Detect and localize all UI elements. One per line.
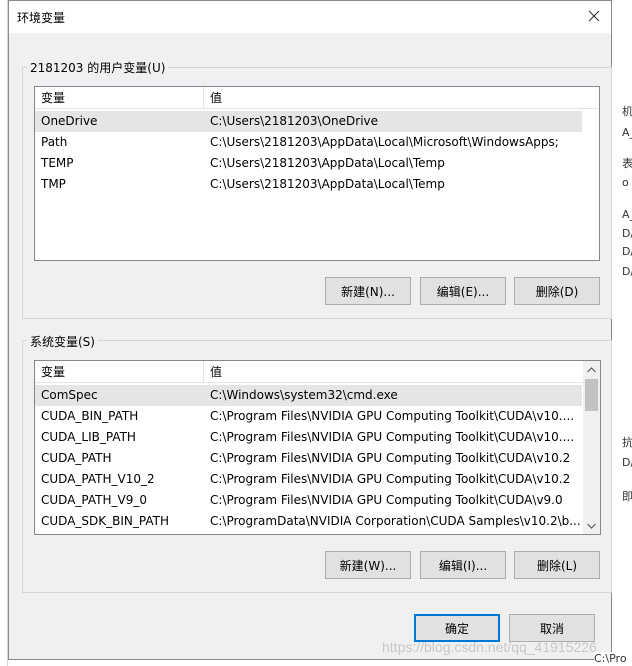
bg-snippet: A_ xyxy=(622,208,632,221)
close-button[interactable] xyxy=(577,1,611,31)
variable-name: TEMP xyxy=(41,156,74,170)
bg-snippet: 机 xyxy=(622,105,632,118)
bg-snippet: 抗 xyxy=(622,436,632,449)
bg-snippet: D/ xyxy=(622,456,632,469)
system-variables-list[interactable]: 变量 值 ComSpec C:\Windows\system32\cmd.exe… xyxy=(34,360,601,535)
variable-name: CUDA_SDK_BIN_PATH xyxy=(41,514,169,528)
scroll-down-arrow[interactable] xyxy=(583,517,600,534)
list-item[interactable]: CUDA_SDK_BIN_PATH C:\ProgramData\NVIDIA … xyxy=(35,511,582,532)
bg-snippet: D/ xyxy=(622,227,632,240)
system-new-button[interactable]: 新建(W)... xyxy=(325,551,411,579)
list-item[interactable]: CUDA_PATH_V9_0 C:\Program Files\NVIDIA G… xyxy=(35,490,582,511)
bg-bottom-text: C:\Pro xyxy=(594,652,627,665)
user-variables-label: 2181203 的用户变量(U) xyxy=(27,59,169,76)
variable-value: C:\Users\2181203\AppData\Local\Temp xyxy=(210,156,445,170)
variable-name: CUDA_BIN_PATH xyxy=(41,409,139,423)
variable-value: C:\ProgramData\NVIDIA Corporation\CUDA S… xyxy=(210,514,581,528)
variable-name: TMP xyxy=(41,177,66,191)
bg-snippet: D/ xyxy=(622,265,632,278)
column-header-value[interactable]: 值 xyxy=(204,87,222,109)
scroll-up-arrow[interactable] xyxy=(583,361,600,378)
bg-snippet: 即 xyxy=(622,490,632,503)
environment-variables-dialog: 环境变量 2181203 的用户变量(U) 变量 值 OneDrive C:\U… xyxy=(8,0,612,660)
system-edit-button[interactable]: 编辑(I)... xyxy=(420,551,506,579)
list-item[interactable]: CUDA_LIB_PATH C:\Program Files\NVIDIA GP… xyxy=(35,427,582,448)
column-header-variable[interactable]: 变量 xyxy=(35,87,204,109)
user-variables-header: 变量 值 xyxy=(35,87,599,109)
list-item[interactable]: OneDrive C:\Users\2181203\OneDrive xyxy=(35,111,582,132)
chevron-up-icon xyxy=(587,366,596,372)
list-item[interactable]: CUDA_PATH C:\Program Files\NVIDIA GPU Co… xyxy=(35,448,582,469)
user-edit-button[interactable]: 编辑(E)... xyxy=(420,277,506,305)
list-item[interactable]: Path C:\Users\2181203\AppData\Local\Micr… xyxy=(35,132,582,153)
variable-name: Path xyxy=(41,135,68,149)
variable-name: OneDrive xyxy=(41,114,98,128)
list-item[interactable]: TMP C:\Users\2181203\AppData\Local\Temp xyxy=(35,174,582,195)
variable-value: C:\Windows\system32\cmd.exe xyxy=(210,388,398,402)
system-variables-header: 变量 值 xyxy=(35,361,584,383)
variable-name: ComSpec xyxy=(41,388,98,402)
background-window-right: 机 A_ 表 o A_ D/ D/ D/ 抗 D/ 即 xyxy=(612,0,632,666)
variable-value: C:\Program Files\NVIDIA GPU Computing To… xyxy=(210,430,575,444)
dialog-title: 环境变量 xyxy=(17,11,66,25)
watermark: https://blog.csdn.net/qq_41915226 xyxy=(382,639,597,655)
user-new-button[interactable]: 新建(N)... xyxy=(325,277,411,305)
variable-value: C:\Program Files\NVIDIA GPU Computing To… xyxy=(210,409,575,423)
variable-value: C:\Program Files\NVIDIA GPU Computing To… xyxy=(210,451,571,465)
chevron-down-icon xyxy=(587,523,596,529)
user-delete-button[interactable]: 删除(D) xyxy=(514,277,600,305)
cancel-button[interactable]: 取消 xyxy=(509,614,595,642)
variable-name: CUDA_PATH_V9_0 xyxy=(41,493,147,507)
system-variables-label: 系统变量(S) xyxy=(27,333,98,350)
list-item[interactable]: TEMP C:\Users\2181203\AppData\Local\Temp xyxy=(35,153,582,174)
bg-snippet: o xyxy=(622,176,629,189)
variable-value: C:\Users\2181203\OneDrive xyxy=(210,114,379,128)
variable-value: C:\Program Files\NVIDIA GPU Computing To… xyxy=(210,493,563,507)
background-window-left xyxy=(0,0,8,666)
variable-value: C:\Users\2181203\AppData\Local\Microsoft… xyxy=(210,135,559,149)
user-variables-list[interactable]: 变量 值 OneDrive C:\Users\2181203\OneDrive … xyxy=(34,86,600,261)
vertical-scrollbar[interactable] xyxy=(583,361,600,534)
list-item[interactable]: CUDA_PATH_V10_2 C:\Program Files\NVIDIA … xyxy=(35,469,582,490)
ok-button[interactable]: 确定 xyxy=(414,614,500,642)
list-item[interactable]: ComSpec C:\Windows\system32\cmd.exe xyxy=(35,385,582,406)
list-item[interactable]: CUDA_BIN_PATH C:\Program Files\NVIDIA GP… xyxy=(35,406,582,427)
system-delete-button[interactable]: 删除(L) xyxy=(514,551,600,579)
close-icon xyxy=(588,10,600,22)
variable-value: C:\Users\2181203\AppData\Local\Temp xyxy=(210,177,445,191)
bg-snippet: A_ xyxy=(622,126,632,139)
bg-snippet: D/ xyxy=(622,245,632,258)
bg-snippet: 表 xyxy=(622,157,632,170)
scrollbar-thumb[interactable] xyxy=(585,379,598,411)
title-bar: 环境变量 xyxy=(9,1,611,33)
variable-value: C:\Program Files\NVIDIA GPU Computing To… xyxy=(210,472,571,486)
column-header-variable[interactable]: 变量 xyxy=(35,361,204,383)
variable-name: CUDA_LIB_PATH xyxy=(41,430,136,444)
variable-name: CUDA_PATH_V10_2 xyxy=(41,472,155,486)
column-header-value[interactable]: 值 xyxy=(204,361,222,383)
variable-name: CUDA_PATH xyxy=(41,451,112,465)
